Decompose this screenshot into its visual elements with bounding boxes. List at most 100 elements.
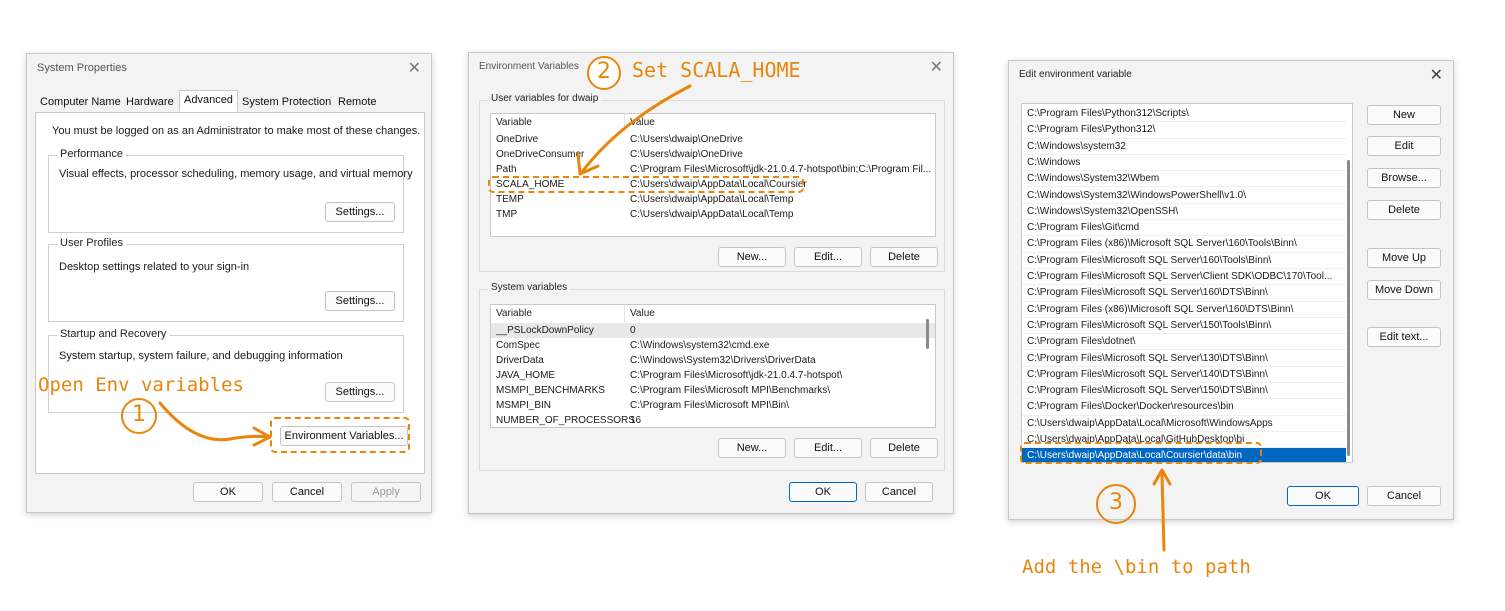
path-list-item[interactable]: C:\Program Files\dotnet\	[1022, 334, 1346, 351]
column-header-variable[interactable]: Variable	[491, 305, 625, 322]
env-variables-highlight	[270, 417, 410, 453]
user-edit-button[interactable]: Edit...	[794, 247, 862, 267]
path-list-item[interactable]: C:\Program Files\Microsoft SQL Server\Cl…	[1022, 269, 1346, 286]
variable-name: DriverData	[496, 355, 544, 366]
edit-text-button[interactable]: Edit text...	[1367, 327, 1441, 347]
system-variable-row[interactable]: NUMBER_OF_PROCESSORS 16	[491, 413, 935, 427]
user-profiles-label: User Profiles	[57, 237, 126, 249]
performance-group: Performance Visual effects, processor sc…	[48, 148, 413, 233]
cancel-button[interactable]: Cancel	[272, 482, 342, 502]
window-title: System Properties	[37, 62, 127, 74]
variable-value: C:\Program Files\Microsoft MPI\Bin\	[630, 400, 789, 411]
path-list-item[interactable]: C:\Program Files\Python312\Scripts\	[1022, 106, 1346, 123]
startup-settings-button[interactable]: Settings...	[325, 382, 395, 402]
user-profiles-settings-button[interactable]: Settings...	[325, 291, 395, 311]
browse-button[interactable]: Browse...	[1367, 168, 1441, 188]
close-icon[interactable]: ✕	[930, 57, 943, 77]
apply-button[interactable]: Apply	[351, 482, 421, 502]
user-variable-row[interactable]: Path C:\Program Files\Microsoft\jdk-21.0.…	[491, 162, 935, 177]
system-variable-row[interactable]: MSMPI_BENCHMARKS C:\Program Files\Microso…	[491, 383, 935, 398]
variable-value: C:\Users\dwaip\AppData\Local\Temp	[630, 194, 794, 205]
user-variable-row[interactable]: OneDriveConsumer C:\Users\dwaip\OneDrive	[491, 147, 935, 162]
window-title: Edit environment variable	[1019, 69, 1132, 80]
path-list-item[interactable]: C:\Program Files\Git\cmd	[1022, 220, 1346, 237]
path-list-item[interactable]: C:\Program Files\Microsoft SQL Server\16…	[1022, 285, 1346, 302]
cancel-button[interactable]: Cancel	[1367, 486, 1441, 506]
variable-value: C:\Program Files\Microsoft\jdk-21.0.4.7-…	[630, 370, 843, 381]
edit-button[interactable]: Edit	[1367, 136, 1441, 156]
system-delete-button[interactable]: Delete	[870, 438, 938, 458]
user-variable-row[interactable]: TEMP C:\Users\dwaip\AppData\Local\Temp	[491, 192, 935, 207]
variable-value: C:\Windows\System32\Drivers\DriverData	[630, 355, 816, 366]
system-variable-row[interactable]: MSMPI_BIN C:\Program Files\Microsoft MPI\…	[491, 398, 935, 413]
system-variables-label: System variables	[488, 282, 571, 293]
path-list-item[interactable]: C:\Windows\system32	[1022, 139, 1346, 155]
path-list-item[interactable]: C:\Windows\System32\WindowsPowerShell\v1…	[1022, 188, 1346, 204]
tab-system-protection[interactable]: System Protection	[237, 92, 336, 112]
system-variables-table: Variable Value __PSLockDownPolicy 0 ComSpe…	[490, 304, 936, 428]
path-list-item[interactable]: C:\Program Files\Microsoft SQL Server\16…	[1022, 253, 1346, 269]
cancel-button[interactable]: Cancel	[865, 482, 933, 502]
user-new-button[interactable]: New...	[718, 247, 786, 267]
system-variable-row[interactable]: ComSpec C:\Windows\system32\cmd.exe	[491, 338, 935, 353]
tab-advanced[interactable]: Advanced	[179, 90, 238, 112]
column-header-value[interactable]: Value	[625, 305, 935, 322]
user-variables-table: Variable Value OneDrive C:\Users\dwaip\On…	[490, 113, 936, 237]
path-list-item[interactable]: C:\Program Files\Microsoft SQL Server\15…	[1022, 383, 1346, 400]
path-list-item[interactable]: C:\Windows	[1022, 155, 1346, 172]
ok-button[interactable]: OK	[1287, 486, 1359, 506]
path-list-item[interactable]: C:\Windows\System32\OpenSSH\	[1022, 204, 1346, 221]
step3-number-badge: 3	[1096, 484, 1136, 524]
path-list-item[interactable]: C:\Users\dwaip\AppData\Local\Microsoft\W…	[1022, 416, 1346, 432]
move-down-button[interactable]: Move Down	[1367, 280, 1441, 300]
system-new-button[interactable]: New...	[718, 438, 786, 458]
path-list-item[interactable]: C:\Program Files\Microsoft SQL Server\15…	[1022, 318, 1346, 335]
user-variable-row[interactable]: OneDrive C:\Users\dwaip\OneDrive	[491, 132, 935, 147]
tab-remote[interactable]: Remote	[333, 92, 382, 112]
path-list-item[interactable]: C:\Program Files (x86)\Microsoft SQL Ser…	[1022, 302, 1346, 318]
performance-settings-button[interactable]: Settings...	[325, 202, 395, 222]
close-icon[interactable]: ✕	[1430, 65, 1443, 85]
system-variable-row[interactable]: DriverData C:\Windows\System32\Drivers\Dr…	[491, 353, 935, 368]
move-up-button[interactable]: Move Up	[1367, 248, 1441, 268]
system-edit-button[interactable]: Edit...	[794, 438, 862, 458]
environment-variables-window: Environment Variables ✕ User variables f…	[468, 52, 954, 514]
system-variable-row[interactable]: JAVA_HOME C:\Program Files\Microsoft\jdk-…	[491, 368, 935, 383]
user-variable-row[interactable]: TMP C:\Users\dwaip\AppData\Local\Temp	[491, 207, 935, 222]
path-list-item[interactable]: C:\Program Files (x86)\Microsoft SQL Ser…	[1022, 236, 1346, 253]
system-scrollbar-thumb[interactable]	[926, 319, 929, 349]
startup-recovery-label: Startup and Recovery	[57, 328, 170, 340]
variable-name: ComSpec	[496, 340, 540, 351]
path-list-item[interactable]: C:\Program Files\Python312\	[1022, 122, 1346, 139]
ok-button[interactable]: OK	[193, 482, 263, 502]
system-rows: __PSLockDownPolicy 0 ComSpec C:\Windows\sys…	[491, 323, 935, 427]
path-list-item[interactable]: C:\Program Files\Microsoft SQL Server\14…	[1022, 367, 1346, 384]
step1-annotation-text: Open Env variables	[38, 374, 244, 396]
step3-arrow	[1152, 468, 1172, 552]
path-list-item[interactable]: C:\Windows\System32\Wbem	[1022, 171, 1346, 188]
ok-button[interactable]: OK	[789, 482, 857, 502]
startup-recovery-desc: System startup, system failure, and debu…	[59, 350, 343, 362]
tab-hardware[interactable]: Hardware	[121, 92, 179, 112]
variable-value: 16	[630, 415, 642, 426]
variable-name: NUMBER_OF_PROCESSORS	[496, 415, 635, 426]
path-list-item[interactable]: C:\Program Files\Docker\Docker\resources…	[1022, 399, 1346, 416]
delete-button[interactable]: Delete	[1367, 200, 1441, 220]
user-profiles-group: User Profiles Desktop settings related t…	[48, 237, 404, 322]
performance-label: Performance	[57, 148, 126, 160]
variable-name: TEMP	[496, 194, 524, 205]
variable-name: TMP	[496, 209, 518, 220]
step2-arrow	[576, 84, 692, 176]
tab-computer-name[interactable]: Computer Name	[35, 92, 126, 112]
close-icon[interactable]: ✕	[408, 58, 421, 78]
performance-desc: Visual effects, processor scheduling, me…	[59, 168, 413, 180]
variable-value: C:\Users\dwaip\AppData\Local\Temp	[630, 209, 794, 220]
tab-strip: Computer Name Hardware Advanced System P…	[35, 90, 425, 112]
user-delete-button[interactable]: Delete	[870, 247, 938, 267]
step1-arrow	[158, 401, 272, 447]
path-list-item[interactable]: C:\Program Files\Microsoft SQL Server\13…	[1022, 351, 1346, 367]
path-list: C:\Program Files\Python312\Scripts\ C:\Pr…	[1021, 103, 1353, 463]
new-button[interactable]: New	[1367, 105, 1441, 125]
path-list-scrollbar-thumb[interactable]	[1347, 160, 1350, 456]
system-variable-row[interactable]: __PSLockDownPolicy 0	[491, 323, 935, 338]
